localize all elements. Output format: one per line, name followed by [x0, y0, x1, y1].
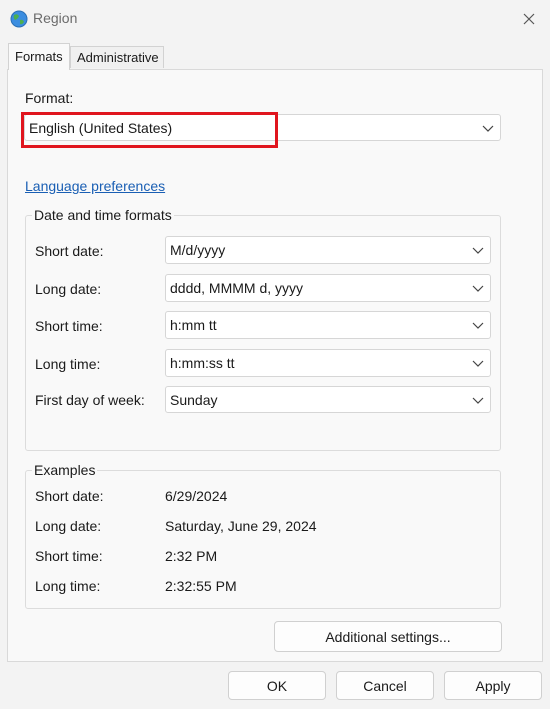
highlight-box [21, 112, 278, 148]
first-day-of-week-label: First day of week: [35, 392, 145, 408]
chevron-down-icon [472, 322, 484, 329]
long-time-label: Long time: [35, 356, 101, 372]
window-title: Region [33, 10, 78, 26]
long-time-value: h:mm:ss tt [170, 355, 235, 371]
short-date-dropdown[interactable]: M/d/yyyy [165, 236, 491, 264]
title-bar: Region [0, 0, 550, 38]
date-time-formats-title: Date and time formats [32, 207, 174, 223]
additional-settings-button[interactable]: Additional settings... [274, 621, 502, 652]
long-date-label: Long date: [35, 281, 102, 297]
short-date-label: Short date: [35, 243, 104, 259]
first-day-of-week-dropdown[interactable]: Sunday [165, 386, 491, 413]
chevron-down-icon [472, 360, 484, 367]
long-date-value: dddd, MMMM d, yyyy [170, 280, 304, 296]
chevron-down-icon [482, 125, 494, 132]
example-long-date-value: Saturday, June 29, 2024 [165, 518, 317, 534]
cancel-button[interactable]: Cancel [336, 671, 434, 700]
short-time-label: Short time: [35, 318, 103, 334]
close-icon [523, 13, 535, 25]
chevron-down-icon [472, 397, 484, 404]
tab-formats[interactable]: Formats [8, 43, 70, 70]
format-label: Format: [25, 90, 74, 106]
ok-button[interactable]: OK [228, 671, 326, 700]
language-preferences-link[interactable]: Language preferences [25, 178, 165, 194]
examples-title: Examples [32, 462, 98, 478]
short-time-value: h:mm tt [170, 317, 217, 333]
chevron-down-icon [472, 247, 484, 254]
long-date-dropdown[interactable]: dddd, MMMM d, yyyy [165, 274, 491, 302]
short-time-dropdown[interactable]: h:mm tt [165, 311, 491, 339]
example-short-time-value: 2:32 PM [165, 548, 218, 564]
example-short-time-label: Short time: [35, 548, 103, 564]
close-button[interactable] [512, 4, 546, 34]
long-time-dropdown[interactable]: h:mm:ss tt [165, 349, 491, 377]
example-long-time-value: 2:32:55 PM [165, 578, 237, 594]
example-short-date-value: 6/29/2024 [165, 488, 228, 504]
apply-button[interactable]: Apply [444, 671, 542, 700]
example-long-date-label: Long date: [35, 518, 102, 534]
example-long-time-label: Long time: [35, 578, 101, 594]
short-date-value: M/d/yyyy [170, 242, 226, 258]
tab-administrative[interactable]: Administrative [70, 46, 164, 68]
first-day-of-week-value: Sunday [170, 391, 218, 408]
chevron-down-icon [472, 285, 484, 292]
example-short-date-label: Short date: [35, 488, 104, 504]
globe-icon [9, 9, 29, 29]
